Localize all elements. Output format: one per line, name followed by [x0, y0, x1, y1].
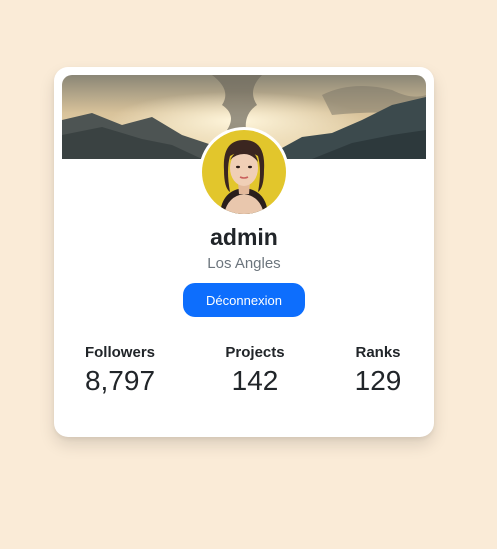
profile-name: admin [210, 224, 278, 250]
stat-projects: Projects 142 [207, 344, 303, 397]
profile-card: admin Los Angles Déconnexion Followers 8… [54, 67, 434, 437]
stat-label: Followers [84, 344, 155, 361]
stat-label: Projects [225, 344, 285, 361]
avatar-frame [199, 127, 289, 217]
stat-label: Ranks [355, 344, 401, 361]
logout-button[interactable]: Déconnexion [183, 283, 305, 317]
stat-value: 142 [231, 365, 279, 396]
stat-value: 129 [354, 365, 402, 396]
stat-followers: Followers 8,797 [72, 344, 168, 397]
stat-ranks: Ranks 129 [330, 344, 426, 397]
profile-location: Los Angles [207, 255, 281, 272]
avatar [202, 130, 286, 214]
stat-value: 8,797 [84, 365, 156, 396]
